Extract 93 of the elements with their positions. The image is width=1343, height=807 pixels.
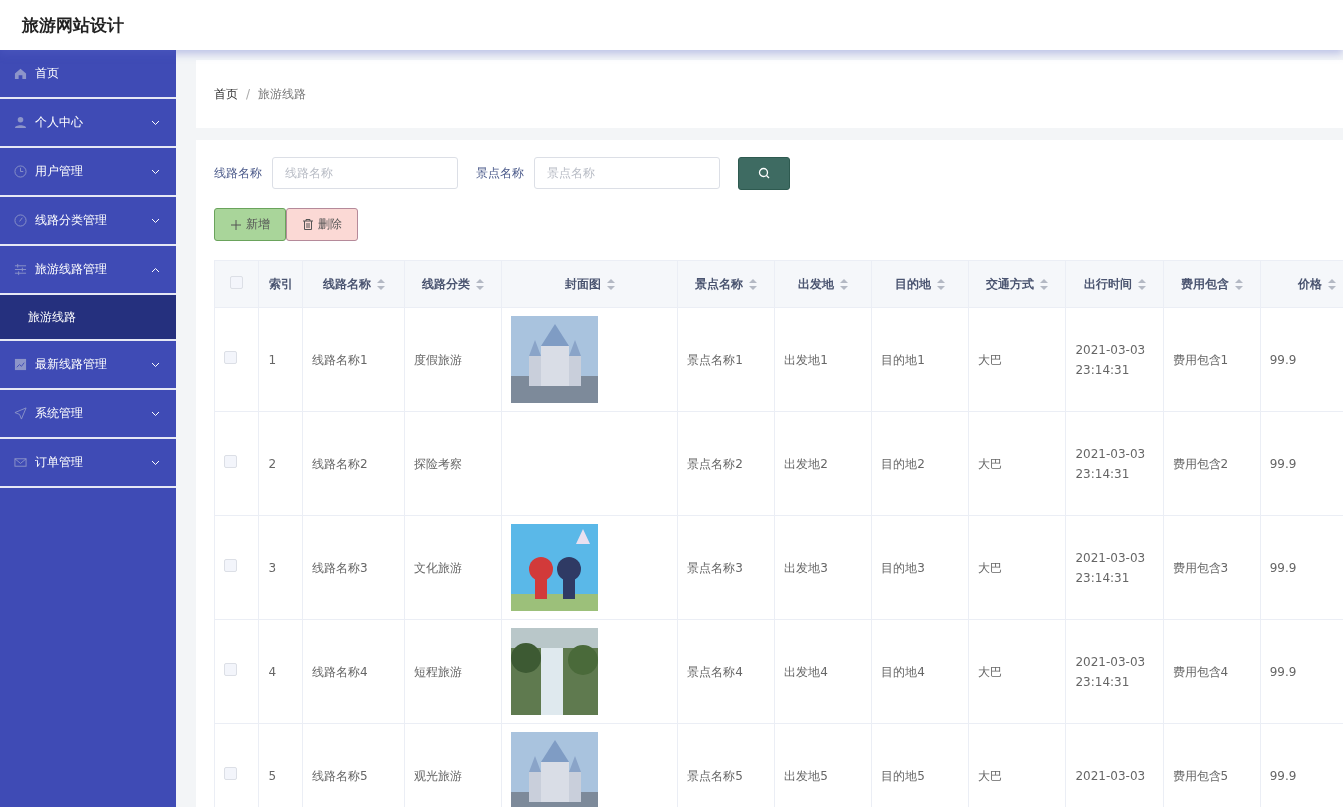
field-label: 景点名称 [476,164,524,182]
column-header[interactable]: 索引 [259,260,303,308]
table-cell: 线路名称3 [302,515,405,620]
sort-icon[interactable] [840,278,849,290]
checkbox[interactable] [224,662,237,676]
table-cell: 2021-03-03 23:14:31 [1065,619,1164,724]
table-cell: 大巴 [968,515,1066,620]
column-header[interactable]: 目的地 [871,260,969,308]
table-cell: 3 [259,515,303,620]
table-cell: 2 [259,411,303,516]
menu-item[interactable]: 线路分类管理 [0,197,176,246]
sort-icon[interactable] [937,278,946,290]
table-cell: 目的地4 [871,619,969,724]
column-header[interactable]: 出发地 [774,260,872,308]
compass-icon [14,214,27,227]
sliders-icon [14,263,27,276]
table-cell: 出发地1 [774,307,872,412]
send-icon [14,407,27,420]
sort-icon[interactable] [749,278,758,290]
plus-icon [230,219,241,230]
sort-icon[interactable] [376,278,385,290]
column-header[interactable]: 线路分类 [404,260,502,308]
table-cell: 出发地3 [774,515,872,620]
table-cell: 目的地2 [871,411,969,516]
search-icon [758,167,770,179]
column-header[interactable]: 价格 [1260,260,1343,308]
table-cell: 景点名称1 [677,307,775,412]
checkbox[interactable] [224,350,237,364]
column-header[interactable]: 线路名称 [302,260,405,308]
chart-icon [14,358,27,371]
breadcrumb-link[interactable]: 首页 [214,85,238,103]
table-cell: 景点名称2 [677,411,775,516]
table-cell: 大巴 [968,411,1066,516]
column-header[interactable]: 交通方式 [968,260,1066,308]
table-cell: 目的地1 [871,307,969,412]
column-header[interactable]: 出行时间 [1065,260,1164,308]
table-cell: 线路名称4 [302,619,405,724]
menu-item[interactable]: 系统管理 [0,390,176,439]
delete-button[interactable]: 删除 [286,208,358,241]
table-cell: 目的地3 [871,515,969,620]
table-cell: 度假旅游 [404,307,502,412]
table-cell: 短程旅游 [404,619,502,724]
checkbox[interactable] [230,276,244,289]
menu-item[interactable]: 个人中心 [0,99,176,148]
table-cell: 费用包含3 [1163,515,1261,620]
submenu-item[interactable]: 旅游线路 [0,295,176,341]
sort-icon[interactable] [606,278,615,290]
table-cell: 费用包含2 [1163,411,1261,516]
sort-icon[interactable] [1040,278,1049,290]
breadcrumb-link[interactable]: 旅游线路 [258,85,307,103]
sort-icon[interactable] [1327,278,1336,290]
table-cell: 探险考察 [404,411,502,516]
table-cell: 2021-03-03 23:14:31 [1065,411,1164,516]
checkbox[interactable] [224,766,237,780]
field-label: 线路名称 [214,164,262,182]
search-field[interactable]: 线路名称 [272,157,458,189]
table-cell: 费用包含4 [1163,619,1261,724]
search-field[interactable]: 景点名称 [534,157,720,189]
site-title: 旅游网站设计 [22,13,124,37]
table-cell: 文化旅游 [404,515,502,620]
table-cell: 线路名称1 [302,307,405,412]
sort-icon[interactable] [1234,278,1243,290]
table-cell: 2021-03-03 23:14:31 [1065,307,1164,412]
search-button[interactable] [738,156,790,190]
table-cell: 1 [259,307,303,412]
table-cell: 出发地4 [774,619,872,724]
sort-icon[interactable] [476,278,485,290]
table-cell: 大巴 [968,619,1066,724]
table-cell: 大巴 [968,307,1066,412]
table-cell: 景点名称4 [677,619,775,724]
table-cell: 2021-03-03 23:14:31 [1065,515,1164,620]
mail-icon [14,456,27,469]
menu-item[interactable]: 用户管理 [0,148,176,197]
column-header[interactable]: 景点名称 [677,260,775,308]
column-header[interactable]: 费用包含 [1163,260,1261,308]
breadcrumb-separator: / [246,87,251,101]
table-cell: 4 [259,619,303,724]
table-cell: 出发地2 [774,411,872,516]
sort-icon[interactable] [1137,278,1146,290]
menu-item[interactable]: 首页 [0,50,176,99]
checkbox[interactable] [224,558,237,572]
menu-item[interactable]: 订单管理 [0,439,176,488]
table-cell: 费用包含1 [1163,307,1261,412]
home-icon [14,67,27,80]
menu-item[interactable]: 最新线路管理 [0,341,176,390]
table-cell: 景点名称3 [677,515,775,620]
table-cell: 线路名称2 [302,411,405,516]
add-button[interactable]: 新增 [214,208,286,241]
column-header[interactable]: 封面图 [501,260,678,308]
clock-icon [14,165,27,178]
user-icon [14,116,27,129]
checkbox[interactable] [224,454,237,468]
trash-icon [302,219,313,230]
